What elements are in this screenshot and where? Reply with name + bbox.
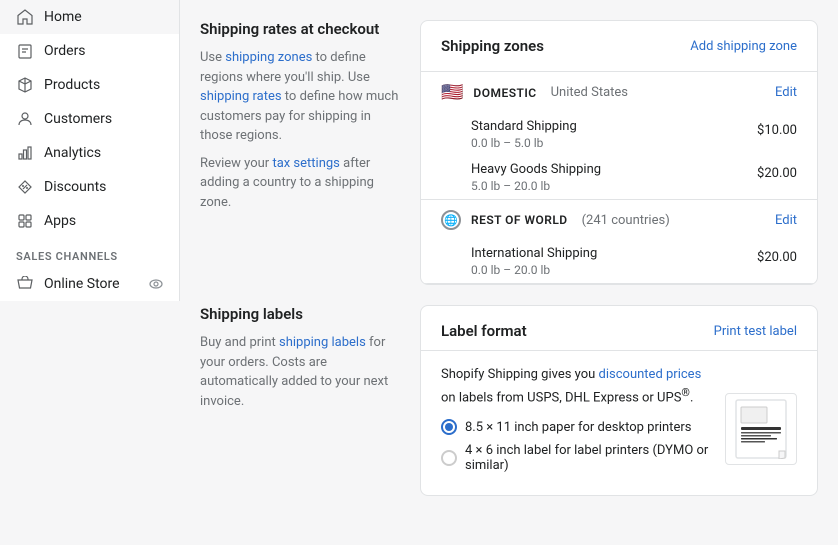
heavy-rate-info: Heavy Goods Shipping 5.0 lb – 20.0 lb (471, 162, 601, 193)
zones-header: Shipping zones Add shipping zone (421, 21, 817, 72)
intl-shipping-range: 0.0 lb – 20.0 lb (471, 263, 597, 277)
sidebar-item-customers-label: Customers (44, 111, 112, 127)
row-zone-header: 🌐 REST OF WORLD (241 countries) Edit (421, 200, 817, 240)
shipping-rates-section: Shipping rates at checkout Use shipping … (200, 20, 818, 285)
row-zone-name: REST OF WORLD (471, 213, 568, 227)
heavy-goods-range: 5.0 lb – 20.0 lb (471, 179, 601, 193)
intl-shipping-price: $20.00 (757, 246, 797, 265)
radio-label-label: 4 × 6 inch label for label printers (DYM… (465, 443, 709, 473)
customers-icon (16, 110, 34, 128)
label-format-panel: Label format Print test label Shopify Sh… (420, 305, 818, 496)
domestic-zone: 🇺🇸 DOMESTIC United States Edit Standard … (421, 72, 817, 200)
print-test-label-button[interactable]: Print test label (714, 324, 797, 339)
shipping-rates-link[interactable]: shipping rates (200, 89, 282, 104)
eye-icon (149, 277, 163, 291)
heavy-goods-price: $20.00 (757, 162, 797, 181)
orders-icon (16, 42, 34, 60)
rest-of-world-zone: 🌐 REST OF WORLD (241 countries) Edit Int… (421, 200, 817, 284)
sidebar-item-analytics[interactable]: Analytics (0, 136, 179, 170)
tax-settings-link[interactable]: tax settings (272, 156, 339, 171)
sidebar-item-customers[interactable]: Customers (0, 102, 179, 136)
sidebar-item-home[interactable]: Home (0, 0, 179, 34)
discounts-icon (16, 178, 34, 196)
home-icon (16, 8, 34, 26)
shipping-rates-desc1: Use shipping zones to define regions whe… (200, 48, 400, 146)
radio-option-label[interactable]: 4 × 6 inch label for label printers (DYM… (441, 443, 709, 473)
sidebar-item-apps[interactable]: Apps (0, 204, 179, 238)
sidebar-item-orders[interactable]: Orders (0, 34, 179, 68)
shipping-zones-panel: Shipping zones Add shipping zone 🇺🇸 DOME… (420, 20, 818, 285)
shipping-labels-link[interactable]: shipping labels (279, 335, 366, 350)
intl-shipping-name: International Shipping (471, 246, 597, 261)
row-zone-country: (241 countries) (582, 213, 670, 228)
sidebar-item-online-store-label: Online Store (44, 276, 120, 292)
us-flag: 🇺🇸 (441, 82, 463, 103)
sidebar-item-home-label: Home (44, 9, 82, 25)
domestic-zone-header: 🇺🇸 DOMESTIC United States Edit (421, 72, 817, 113)
shipping-zones-link[interactable]: shipping zones (225, 50, 312, 65)
radio-letter-btn[interactable] (441, 419, 457, 435)
label-format-title: Label format (441, 322, 527, 340)
domestic-zone-name: DOMESTIC (473, 86, 536, 100)
rate-info: Standard Shipping 0.0 lb – 5.0 lb (471, 119, 577, 150)
shipping-labels-title: Shipping labels (200, 305, 400, 323)
radio-option-letter[interactable]: 8.5 × 11 inch paper for desktop printers (441, 419, 709, 435)
sidebar-item-products-label: Products (44, 77, 100, 93)
label-format-header: Label format Print test label (421, 306, 817, 351)
sidebar-item-discounts-label: Discounts (44, 179, 106, 195)
sidebar-item-apps-label: Apps (44, 213, 76, 229)
shipping-labels-description: Shipping labels Buy and print shipping l… (200, 305, 400, 496)
heavy-goods-rate: Heavy Goods Shipping 5.0 lb – 20.0 lb $2… (421, 156, 817, 199)
label-preview (725, 393, 797, 465)
sidebar-item-discounts[interactable]: Discounts (0, 170, 179, 204)
shipping-rates-desc2: Review your tax settings after adding a … (200, 154, 400, 213)
discounted-prices-link[interactable]: discounted prices (599, 367, 702, 382)
heavy-goods-name: Heavy Goods Shipping (471, 162, 601, 177)
main-content: Shipping rates at checkout Use shipping … (180, 0, 838, 545)
shipping-labels-section: Shipping labels Buy and print shipping l… (200, 305, 818, 496)
label-format-text: Shopify Shipping gives you discounted pr… (441, 365, 709, 481)
row-zone-edit[interactable]: Edit (775, 213, 797, 228)
shipping-rates-description: Shipping rates at checkout Use shipping … (200, 20, 400, 285)
apps-icon (16, 212, 34, 230)
standard-shipping-price: $10.00 (757, 119, 797, 138)
sidebar: Home Orders Products (0, 0, 180, 545)
domestic-zone-edit[interactable]: Edit (775, 85, 797, 100)
standard-shipping-rate: Standard Shipping 0.0 lb – 5.0 lb $10.00 (421, 113, 817, 156)
radio-letter-label: 8.5 × 11 inch paper for desktop printers (465, 420, 691, 435)
shipping-labels-desc: Buy and print shipping labels for your o… (200, 333, 400, 411)
globe-icon: 🌐 (441, 210, 461, 230)
shipping-rates-title: Shipping rates at checkout (200, 20, 400, 38)
label-format-body: Shopify Shipping gives you discounted pr… (421, 351, 817, 495)
sidebar-item-orders-label: Orders (44, 43, 86, 59)
label-format-desc: Shopify Shipping gives you discounted pr… (441, 365, 709, 407)
sales-channels-label: Sales Channels (0, 238, 179, 267)
radio-label-btn[interactable] (441, 450, 457, 466)
intl-rate-info: International Shipping 0.0 lb – 20.0 lb (471, 246, 597, 277)
standard-shipping-name: Standard Shipping (471, 119, 577, 134)
zones-title: Shipping zones (441, 37, 544, 55)
sidebar-item-online-store[interactable]: Online Store (0, 267, 179, 301)
sidebar-item-analytics-label: Analytics (44, 145, 101, 161)
add-shipping-zone-button[interactable]: Add shipping zone (690, 39, 797, 54)
products-icon (16, 76, 34, 94)
standard-shipping-range: 0.0 lb – 5.0 lb (471, 136, 577, 150)
international-shipping-rate: International Shipping 0.0 lb – 20.0 lb … (421, 240, 817, 283)
domestic-zone-country: United States (551, 85, 628, 100)
online-store-icon (16, 275, 34, 293)
sidebar-item-products[interactable]: Products (0, 68, 179, 102)
analytics-icon (16, 144, 34, 162)
